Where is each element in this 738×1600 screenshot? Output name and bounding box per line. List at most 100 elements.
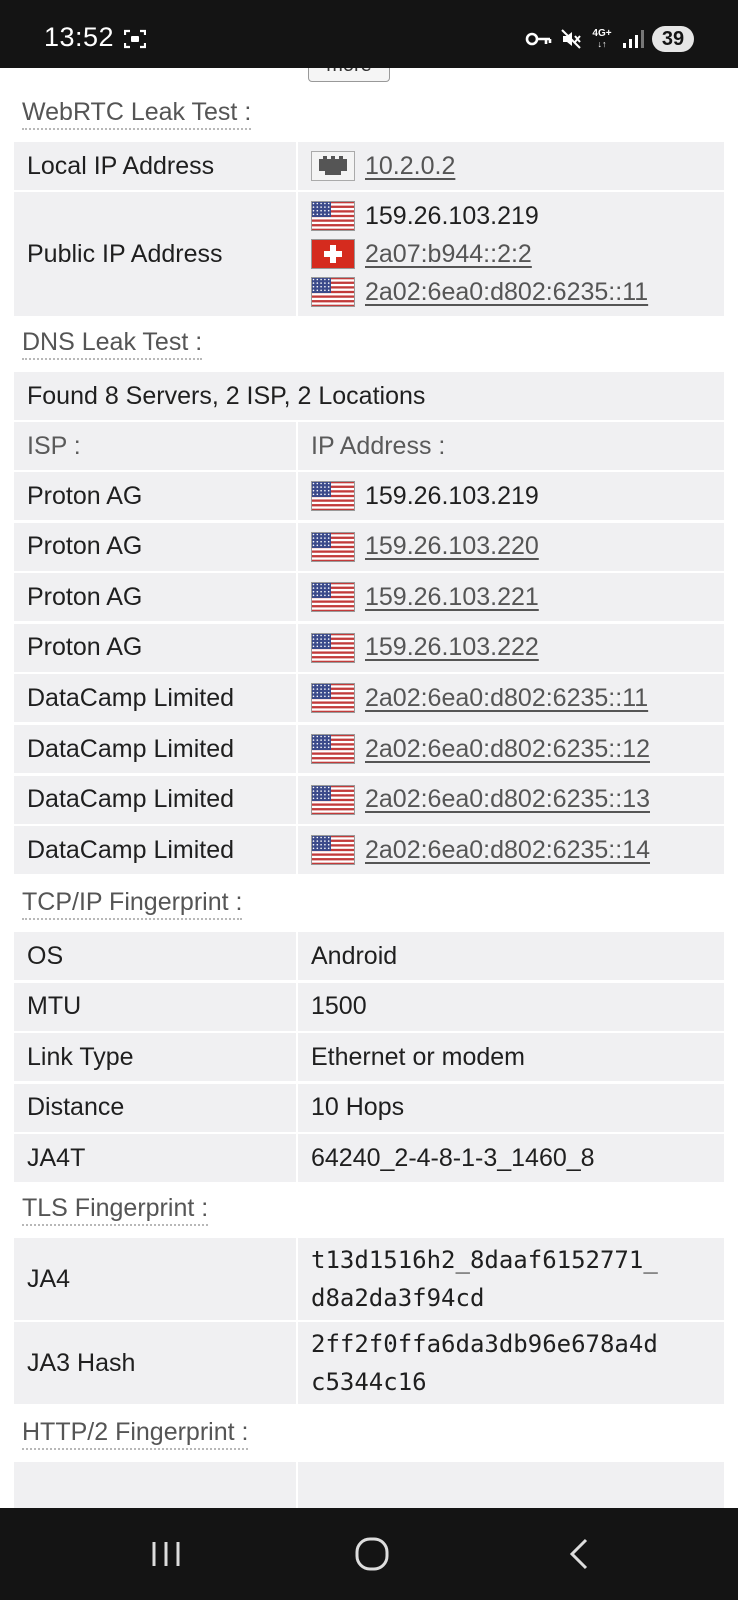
tls-row: JA4 t13d1516h2_8daaf6152771_ d8a2da3f94cd	[14, 1238, 724, 1320]
ip-link[interactable]: 2a02:6ea0:d802:6235::12	[365, 735, 650, 764]
ip-entry: 2a02:6ea0:d802:6235::11	[311, 273, 724, 311]
public-ip-label: Public IP Address	[27, 239, 223, 268]
ip-link[interactable]: 2a07:b944::2:2	[365, 240, 532, 269]
ip-link[interactable]: 2a02:6ea0:d802:6235::11	[365, 278, 648, 307]
ip-entry: 2a02:6ea0:d802:6235::12	[311, 730, 724, 768]
tcp-value: 64240_2-4-8-1-3_1460_8	[311, 1143, 595, 1172]
tcp-label: MTU	[27, 992, 82, 1020]
lan-icon	[311, 151, 355, 181]
isp-name: Proton AG	[27, 582, 143, 611]
ip-entry: 2a02:6ea0:d802:6235::14	[311, 831, 724, 869]
ip-link[interactable]: 2a02:6ea0:d802:6235::11	[365, 684, 648, 713]
ip-entry: 159.26.103.219	[311, 477, 724, 515]
ip-link[interactable]: 159.26.103.221	[365, 583, 539, 612]
ip-entry: 2a02:6ea0:d802:6235::11	[311, 679, 724, 717]
dns-row: DataCamp Limited 2a02:6ea0:d802:6235::14	[14, 826, 724, 875]
back-icon[interactable]	[560, 1534, 600, 1574]
ip-link[interactable]: 2a02:6ea0:d802:6235::13	[365, 785, 650, 814]
dns-header-row: ISP : IP Address :	[14, 422, 724, 470]
tcp-label: Distance	[27, 1093, 125, 1121]
local-ip-link[interactable]: 10.2.0.2	[365, 152, 455, 181]
signal-icon	[623, 30, 644, 48]
tcp-label: Link Type	[27, 1042, 134, 1071]
tcp-row: JA4T 64240_2-4-8-1-3_1460_8	[14, 1134, 724, 1182]
ip-entry: 159.26.103.220	[311, 528, 724, 566]
ip-text: 159.26.103.219	[365, 201, 539, 230]
isp-name: Proton AG	[27, 633, 143, 662]
swiss-flag-icon	[311, 239, 355, 269]
tcp-row: MTU 1500	[14, 982, 724, 1031]
ip-entry: 159.26.103.221	[311, 578, 724, 616]
isp-name: DataCamp Limited	[27, 785, 235, 814]
tls-section-title: TLS Fingerprint :	[22, 1194, 209, 1226]
more-button[interactable]: more	[308, 68, 390, 82]
ip-entry: 159.26.103.222	[311, 629, 724, 667]
us-flag-icon	[311, 632, 355, 663]
local-ip-label: Local IP Address	[27, 151, 215, 180]
dns-row: DataCamp Limited 2a02:6ea0:d802:6235::12	[14, 725, 724, 773]
http2-section-title: HTTP/2 Fingerprint :	[22, 1418, 249, 1450]
tcp-label: OS	[27, 941, 64, 970]
tcp-row: OS Android	[14, 932, 724, 980]
us-flag-icon	[311, 481, 355, 511]
tls-value-line2: d8a2da3f94cd	[311, 1284, 485, 1312]
tcp-row: Link Type Ethernet or modem	[14, 1033, 724, 1081]
page-content[interactable]: more WebRTC Leak Test : Local IP Address…	[0, 68, 738, 1508]
tcp-value: 10 Hops	[311, 1093, 405, 1121]
battery-indicator: 39	[652, 26, 694, 52]
screen-recorder-icon	[124, 29, 146, 49]
navigation-bar	[0, 1508, 738, 1600]
tcp-value: Android	[311, 941, 398, 970]
us-flag-icon	[311, 582, 355, 613]
public-ip-row: Public IP Address 159.26.103.219 2a07:b94…	[14, 192, 724, 316]
mute-icon	[561, 29, 581, 49]
isp-header: ISP :	[27, 431, 81, 460]
us-flag-icon	[311, 734, 355, 764]
isp-name: Proton AG	[27, 532, 143, 561]
clock: 13:52	[44, 22, 115, 52]
tls-value-line1: 2ff2f0ffa6da3db96e678a4d	[311, 1330, 658, 1358]
webrtc-section-title: WebRTC Leak Test :	[22, 98, 252, 130]
ip-link[interactable]: 159.26.103.222	[365, 633, 539, 662]
us-flag-icon	[311, 683, 355, 714]
isp-name: DataCamp Limited	[27, 835, 235, 864]
dns-row: Proton AG 159.26.103.222	[14, 623, 724, 672]
ip-entry: 159.26.103.219	[311, 197, 724, 235]
home-icon[interactable]	[352, 1534, 392, 1574]
dns-section-title: DNS Leak Test :	[22, 328, 203, 360]
ip-address-header: IP Address :	[311, 431, 446, 460]
ip-text: 159.26.103.219	[365, 481, 539, 510]
tls-value-line2: c5344c16	[311, 1368, 427, 1396]
tls-label: JA4	[27, 1264, 71, 1293]
us-flag-icon	[311, 531, 355, 562]
status-bar: 13:52 4G+ ↓↑ 39	[0, 0, 738, 68]
us-flag-icon	[311, 835, 355, 866]
recent-apps-icon[interactable]	[146, 1534, 186, 1574]
tcp-row: Distance 10 Hops	[14, 1083, 724, 1132]
tls-label: JA3 Hash	[27, 1348, 136, 1377]
dns-row: Proton AG 159.26.103.219	[14, 472, 724, 520]
isp-name: DataCamp Limited	[27, 683, 235, 712]
local-ip-row: Local IP Address 10.2.0.2	[14, 142, 724, 190]
tcp-value: 1500	[311, 992, 367, 1020]
dns-row: Proton AG 159.26.103.220	[14, 522, 724, 571]
http2-row-partial	[14, 1462, 724, 1508]
tls-row: JA3 Hash 2ff2f0ffa6da3db96e678a4d c5344c16	[14, 1322, 724, 1404]
ip-entry: 2a02:6ea0:d802:6235::13	[311, 781, 724, 819]
us-flag-icon	[311, 277, 355, 307]
ip-entry: 2a07:b944::2:2	[311, 235, 724, 273]
dns-row: DataCamp Limited 2a02:6ea0:d802:6235::11	[14, 674, 724, 723]
dns-summary-row: Found 8 Servers, 2 ISP, 2 Locations	[14, 372, 724, 420]
us-flag-icon	[311, 784, 355, 815]
dns-row: DataCamp Limited 2a02:6ea0:d802:6235::13	[14, 775, 724, 824]
vpn-key-icon	[525, 32, 552, 46]
tcp-label: JA4T	[27, 1143, 86, 1172]
dns-summary: Found 8 Servers, 2 ISP, 2 Locations	[27, 381, 426, 410]
us-flag-icon	[311, 201, 355, 231]
ip-link[interactable]: 159.26.103.220	[365, 532, 539, 561]
network-type: 4G+ ↓↑	[592, 28, 612, 50]
ip-link[interactable]: 2a02:6ea0:d802:6235::14	[365, 836, 650, 865]
dns-row: Proton AG 159.26.103.221	[14, 573, 724, 622]
isp-name: DataCamp Limited	[27, 734, 235, 763]
tcp-section-title: TCP/IP Fingerprint :	[22, 888, 243, 920]
